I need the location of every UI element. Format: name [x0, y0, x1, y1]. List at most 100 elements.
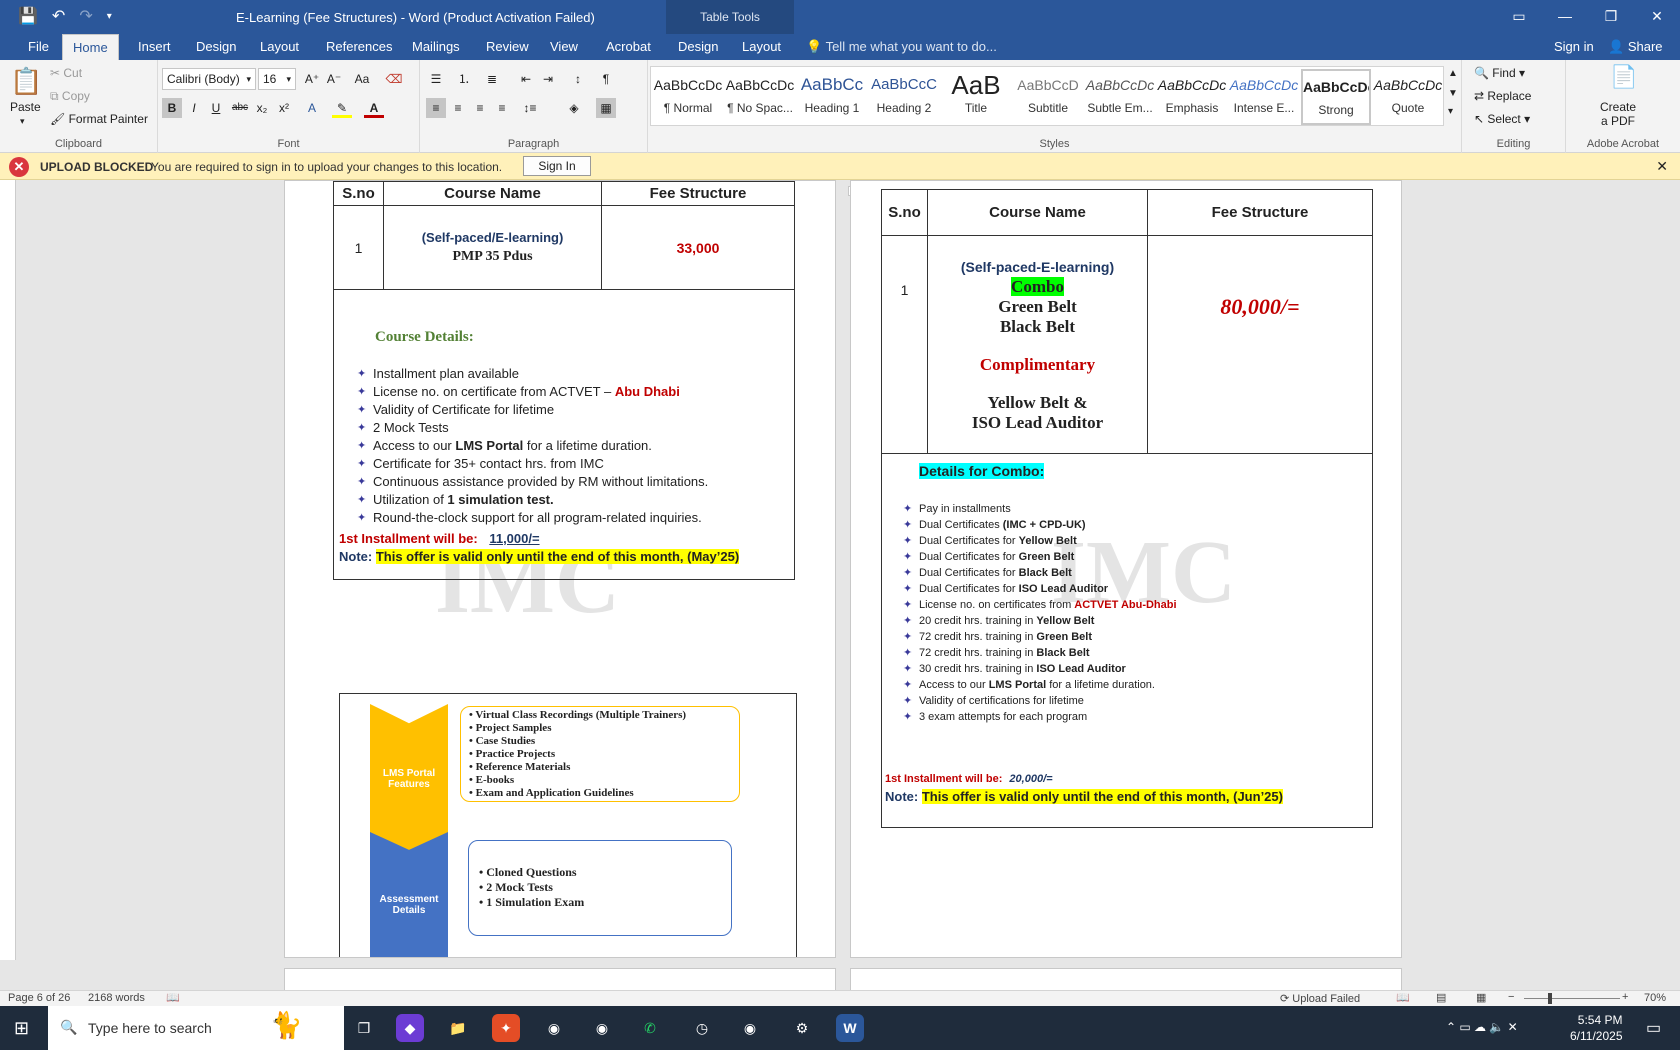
chrome-icon[interactable]: ◉	[588, 1014, 616, 1042]
ribbon-display-options-icon[interactable]: ▭	[1496, 0, 1542, 32]
zoom-out-icon[interactable]: −	[1508, 991, 1514, 1003]
tab-insert[interactable]: Insert	[128, 34, 181, 60]
pdf-icon[interactable]: 📄	[1610, 64, 1637, 90]
zoom-slider-thumb[interactable]	[1548, 993, 1552, 1004]
font-size-select[interactable]: 16 ▾	[258, 68, 296, 90]
subscript-icon[interactable]: x₂	[252, 98, 272, 118]
decrease-indent-icon[interactable]: ⇤	[516, 69, 536, 89]
bullets-icon[interactable]: ☰	[426, 69, 446, 89]
paste-dropdown-icon[interactable]: ▾	[20, 116, 25, 127]
app-icon[interactable]: ✦	[492, 1014, 520, 1042]
page-left[interactable]: IMC S.no Course Name Fee Structure 1 (Se…	[284, 180, 836, 958]
style-subtle-emphasis[interactable]: AaBbCcDc Subtle Em...	[1085, 69, 1155, 125]
text-effects-icon[interactable]: A	[302, 98, 322, 118]
numbering-icon[interactable]: ⒈	[454, 69, 474, 89]
style-normal[interactable]: AaBbCcDc ¶ Normal	[653, 69, 723, 125]
style-quote[interactable]: AaBbCcDc Quote	[1373, 69, 1443, 125]
tab-file[interactable]: File	[18, 34, 59, 60]
font-color-icon[interactable]: A	[364, 98, 384, 118]
align-right-icon[interactable]: ≡	[470, 98, 490, 118]
copy-button[interactable]: ⧉ Copy	[50, 89, 90, 104]
tray-icons[interactable]: ⌃ ▭ ☁ 🔈 ✕	[1446, 1020, 1518, 1034]
maximize-button[interactable]: ❐	[1588, 0, 1634, 32]
create-pdf-button[interactable]: Create a PDF	[1600, 100, 1636, 128]
chrome-icon[interactable]: ◉	[736, 1014, 764, 1042]
font-name-select[interactable]: Calibri (Body) ▾	[162, 68, 256, 90]
word-icon[interactable]: W	[836, 1014, 864, 1042]
chrome-icon[interactable]: ◉	[540, 1014, 568, 1042]
underline-icon[interactable]: U	[206, 98, 226, 118]
copilot-icon[interactable]: ◆	[396, 1014, 424, 1042]
upload-status[interactable]: ⟳ Upload Failed	[1280, 992, 1360, 1005]
close-icon[interactable]: ✕	[1656, 158, 1668, 175]
replace-button[interactable]: ⇄ Replace	[1474, 89, 1531, 103]
settings-icon[interactable]: ⚙	[788, 1014, 816, 1042]
print-layout-icon[interactable]: ▤	[1436, 991, 1446, 1004]
align-left-icon[interactable]: ≡	[426, 98, 446, 118]
page-next-right[interactable]	[850, 968, 1402, 990]
read-mode-icon[interactable]: 📖	[1396, 991, 1410, 1004]
pilcrow-icon[interactable]: ¶	[596, 69, 616, 89]
notification-icon[interactable]: ▭	[1646, 1018, 1661, 1038]
superscript-icon[interactable]: x²	[274, 98, 294, 118]
style-emphasis[interactable]: AaBbCcDc Emphasis	[1157, 69, 1227, 125]
sign-in-link[interactable]: Sign in	[1554, 39, 1594, 54]
line-spacing-icon[interactable]: ↕≡	[520, 98, 540, 118]
multilevel-list-icon[interactable]: ≣	[482, 69, 502, 89]
file-explorer-icon[interactable]: 📁	[444, 1014, 472, 1042]
styles-more-icon[interactable]: ▾	[1448, 106, 1453, 117]
styles-scroll-down-icon[interactable]: ▼	[1448, 88, 1458, 99]
tell-me-box[interactable]: 💡 Tell me what you want to do...	[806, 39, 997, 55]
task-view-icon[interactable]: ❐	[350, 1014, 378, 1042]
paste-button[interactable]: Paste	[10, 100, 41, 114]
style-strong[interactable]: AaBbCcDc Strong	[1301, 69, 1371, 125]
style-no-spacing[interactable]: AaBbCcDc ¶ No Spac...	[725, 69, 795, 125]
grow-font-icon[interactable]: A⁺	[302, 69, 322, 89]
styles-scroll-up-icon[interactable]: ▲	[1448, 68, 1458, 79]
clear-formatting-icon[interactable]: ⌫	[384, 69, 404, 89]
undo-icon[interactable]: ↶	[52, 6, 65, 28]
borders-icon[interactable]: ▦	[596, 98, 616, 118]
italic-icon[interactable]: I	[184, 98, 204, 118]
clock[interactable]: 5:54 PM 6/11/2025	[1570, 1012, 1623, 1044]
web-layout-icon[interactable]: ▦	[1476, 991, 1486, 1004]
increase-indent-icon[interactable]: ⇥	[538, 69, 558, 89]
minimize-button[interactable]: —	[1542, 0, 1588, 32]
word-count[interactable]: 2168 words	[88, 992, 145, 1004]
zoom-in-icon[interactable]: +	[1622, 991, 1628, 1003]
share-button[interactable]: 👤 Share	[1608, 39, 1663, 55]
tab-references[interactable]: References	[316, 34, 402, 60]
tab-review[interactable]: Review	[476, 34, 539, 60]
strikethrough-icon[interactable]: abc	[230, 98, 250, 118]
tab-view[interactable]: View	[540, 34, 588, 60]
proofing-icon[interactable]: 📖	[166, 991, 180, 1004]
find-button[interactable]: 🔍 Find ▾	[1474, 66, 1525, 80]
clock-app-icon[interactable]: ◷	[688, 1014, 716, 1042]
customize-qat-icon[interactable]: ▾	[107, 6, 112, 28]
redo-icon[interactable]: ↷	[79, 6, 92, 28]
page-next-left[interactable]	[284, 968, 836, 990]
style-heading-1[interactable]: AaBbCc Heading 1	[797, 69, 867, 125]
page-right[interactable]: IMC S.no Course Name Fee Structure 1 (Se…	[850, 180, 1402, 958]
tab-home[interactable]: Home	[62, 34, 119, 60]
style-intense-emphasis[interactable]: AaBbCcDc Intense E...	[1229, 69, 1299, 125]
infobar-sign-in-button[interactable]: Sign In	[523, 156, 591, 176]
tab-layout[interactable]: Layout	[250, 34, 309, 60]
select-button[interactable]: ↖ Select ▾	[1474, 112, 1530, 126]
align-center-icon[interactable]: ≡	[448, 98, 468, 118]
sort-icon[interactable]: ↕	[568, 69, 588, 89]
paste-icon[interactable]: 📋	[10, 66, 42, 97]
save-icon[interactable]: 💾	[18, 6, 38, 28]
style-subtitle[interactable]: AaBbCcD Subtitle	[1013, 69, 1083, 125]
tab-table-layout[interactable]: Layout	[732, 34, 791, 60]
tab-acrobat[interactable]: Acrobat	[596, 34, 661, 60]
close-button[interactable]: ✕	[1634, 0, 1680, 32]
style-heading-2[interactable]: AaBbCcC Heading 2	[869, 69, 939, 125]
style-title[interactable]: AaB Title	[941, 69, 1011, 125]
highlight-icon[interactable]: ✎	[332, 98, 352, 118]
change-case-icon[interactable]: Aa	[352, 69, 372, 89]
windows-start-icon[interactable]: ⊞	[14, 1018, 29, 1039]
zoom-level[interactable]: 70%	[1644, 992, 1666, 1004]
cut-button[interactable]: ✂ Cut	[50, 66, 82, 80]
shading-icon[interactable]: ◈	[564, 98, 584, 118]
